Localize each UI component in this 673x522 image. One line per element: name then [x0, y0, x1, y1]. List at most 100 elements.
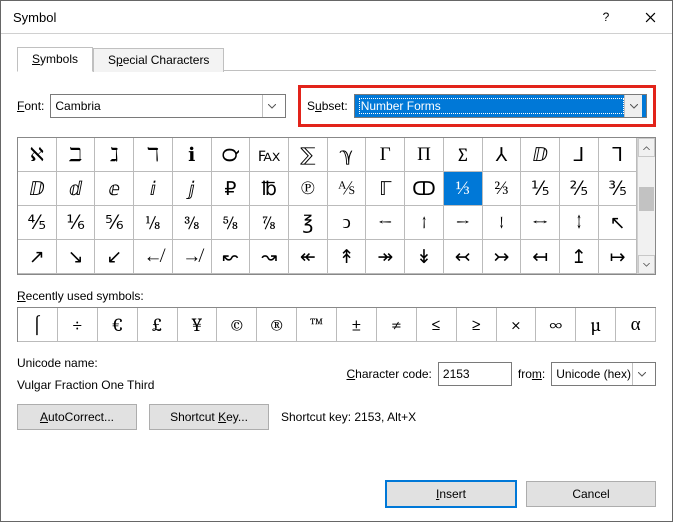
symbol-cell[interactable]: ⅅ [18, 172, 57, 206]
symbol-cell[interactable]: ↔ [521, 206, 560, 240]
symbol-grid[interactable]: ℵℶℷℸℹ℺℻⅀ℽΓΠ∑⅄ⅅ⅃⅂ⅅⅆⅇⅈⅉ₽℔℗⅍ℾↀ⅓⅔⅕⅖⅗⅘⅙⅚⅛⅜⅝⅞℥… [18, 138, 637, 274]
symbol-cell[interactable]: ⅖ [560, 172, 599, 206]
symbol-cell[interactable]: ℔ [250, 172, 289, 206]
symbol-cell[interactable]: ⅈ [134, 172, 173, 206]
recent-symbol-cell[interactable]: ≠ [377, 308, 417, 342]
subset-combo[interactable]: Number Forms [354, 94, 647, 118]
recent-symbol-cell[interactable]: ™ [297, 308, 337, 342]
recent-symbol-cell[interactable]: × [497, 308, 537, 342]
tab-symbols[interactable]: Symbols [17, 47, 93, 72]
symbol-cell[interactable]: ↜ [212, 240, 251, 274]
recent-symbol-cell[interactable]: ≤ [417, 308, 457, 342]
symbol-cell[interactable]: ⅃ [560, 138, 599, 172]
recent-symbol-cell[interactable]: α [616, 308, 656, 342]
scroll-down-button[interactable] [638, 255, 655, 274]
symbol-cell[interactable]: ℶ [57, 138, 96, 172]
symbol-cell[interactable]: ⅘ [18, 206, 57, 240]
symbol-cell[interactable]: → [444, 206, 483, 240]
symbol-cell[interactable]: ℗ [289, 172, 328, 206]
recent-symbol-cell[interactable]: € [98, 308, 138, 342]
scroll-up-button[interactable] [638, 138, 655, 157]
symbol-cell[interactable]: ↀ [405, 172, 444, 206]
recent-symbol-cell[interactable]: ∞ [536, 308, 576, 342]
symbol-cell[interactable]: ℾ [366, 172, 405, 206]
symbol-cell[interactable]: ↠ [366, 240, 405, 274]
symbol-cell[interactable]: ↄ [328, 206, 367, 240]
symbol-cell[interactable]: ↞ [289, 240, 328, 274]
recent-symbol-cell[interactable]: ® [257, 308, 297, 342]
symbol-cell[interactable]: ↘ [57, 240, 96, 274]
symbol-cell[interactable]: ← [366, 206, 405, 240]
help-button[interactable]: ? [584, 1, 628, 33]
symbol-cell[interactable]: ↙ [95, 240, 134, 274]
recent-symbol-cell[interactable]: ≥ [457, 308, 497, 342]
symbol-cell[interactable]: ↣ [483, 240, 522, 274]
symbol-cell[interactable]: ↕ [560, 206, 599, 240]
recent-symbols-grid[interactable]: ⌠÷€£¥©®™±≠≤≥×∞µα [17, 307, 656, 342]
symbol-cell[interactable]: ⅙ [57, 206, 96, 240]
recent-symbol-cell[interactable]: ÷ [58, 308, 98, 342]
symbol-cell[interactable]: ↓ [483, 206, 522, 240]
symbol-cell[interactable]: ↟ [328, 240, 367, 274]
scroll-thumb[interactable] [639, 187, 654, 211]
symbol-cell[interactable]: ⅝ [212, 206, 251, 240]
insert-button[interactable]: Insert [386, 481, 516, 507]
symbol-cell[interactable]: ⅍ [328, 172, 367, 206]
symbol-cell[interactable]: ℺ [212, 138, 251, 172]
symbol-cell[interactable]: ↥ [560, 240, 599, 274]
symbol-cell[interactable]: ℹ [173, 138, 212, 172]
symbol-cell[interactable]: ⅓ [444, 172, 483, 206]
symbol-cell[interactable]: ⅜ [173, 206, 212, 240]
symbol-cell[interactable]: ℵ [18, 138, 57, 172]
symbol-cell[interactable]: ⅗ [599, 172, 638, 206]
symbol-cell[interactable]: ↢ [444, 240, 483, 274]
font-combo[interactable]: Cambria [50, 94, 286, 118]
symbol-cell[interactable]: ℷ [95, 138, 134, 172]
recent-symbol-cell[interactable]: ¥ [178, 308, 218, 342]
close-button[interactable] [628, 1, 672, 33]
symbol-cell[interactable]: Γ [366, 138, 405, 172]
symbol-cell[interactable]: ∑ [444, 138, 483, 172]
symbol-cell[interactable]: ↤ [521, 240, 560, 274]
font-value: Cambria [55, 99, 100, 113]
symbol-cell[interactable]: ↝ [250, 240, 289, 274]
symbol-cell[interactable]: ↡ [405, 240, 444, 274]
shortcut-key-button[interactable]: Shortcut Key... [149, 404, 269, 430]
tab-special-characters[interactable]: Special Characters [93, 48, 224, 72]
recent-symbol-cell[interactable]: £ [138, 308, 178, 342]
grid-scrollbar[interactable] [637, 138, 655, 274]
symbol-cell[interactable]: ℸ [134, 138, 173, 172]
symbol-cell[interactable]: ↖ [599, 206, 638, 240]
symbol-cell[interactable]: ↦ [599, 240, 638, 274]
symbol-cell[interactable]: ⅄ [483, 138, 522, 172]
symbol-cell[interactable]: ⅕ [521, 172, 560, 206]
recent-symbol-cell[interactable]: ± [337, 308, 377, 342]
from-combo[interactable]: Unicode (hex) [551, 362, 656, 386]
symbol-cell[interactable]: ⅀ [289, 138, 328, 172]
charcode-input[interactable] [438, 362, 512, 386]
symbol-cell[interactable]: ⅇ [95, 172, 134, 206]
symbol-cell[interactable]: ⅔ [483, 172, 522, 206]
symbol-cell[interactable]: ↗ [18, 240, 57, 274]
symbol-cell[interactable]: ⅞ [250, 206, 289, 240]
scroll-track[interactable] [638, 157, 655, 255]
symbol-cell[interactable]: ℽ [328, 138, 367, 172]
symbol-cell[interactable]: ⅛ [134, 206, 173, 240]
symbol-cell[interactable]: ↑ [405, 206, 444, 240]
recent-symbol-cell[interactable]: µ [576, 308, 616, 342]
symbol-cell[interactable]: ⅉ [173, 172, 212, 206]
symbol-cell[interactable]: ↛ [173, 240, 212, 274]
symbol-cell[interactable]: ⅚ [95, 206, 134, 240]
symbol-cell[interactable]: ⅆ [57, 172, 96, 206]
recent-symbol-cell[interactable]: ⌠ [18, 308, 58, 342]
symbol-cell[interactable]: ℻ [250, 138, 289, 172]
recent-symbol-cell[interactable]: © [217, 308, 257, 342]
symbol-cell[interactable]: ℥ [289, 206, 328, 240]
symbol-cell[interactable]: ₽ [212, 172, 251, 206]
symbol-cell[interactable]: ↚ [134, 240, 173, 274]
symbol-cell[interactable]: ⅂ [599, 138, 638, 172]
symbol-cell[interactable]: Π [405, 138, 444, 172]
autocorrect-button[interactable]: AutoCorrect... [17, 404, 137, 430]
cancel-button[interactable]: Cancel [526, 481, 656, 507]
symbol-cell[interactable]: ⅅ [521, 138, 560, 172]
